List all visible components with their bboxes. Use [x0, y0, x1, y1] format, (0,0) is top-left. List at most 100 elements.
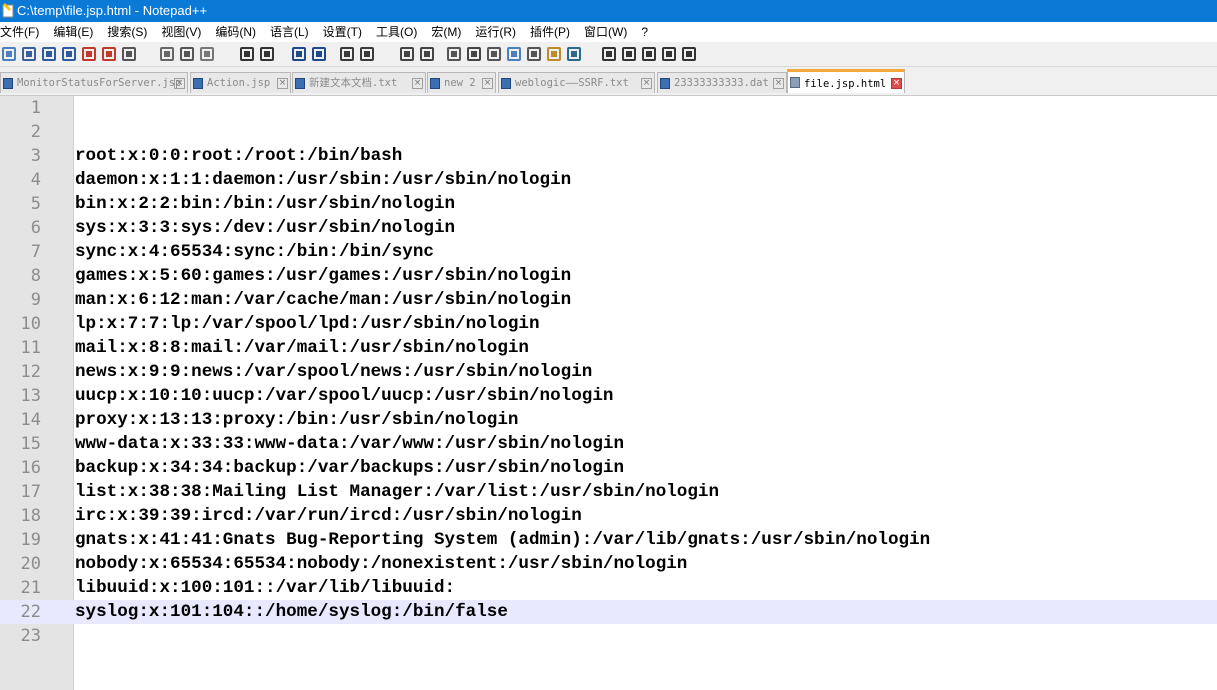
editor-line[interactable]: 20 nobody:x:65534:65534:nobody:/nonexiste… — [0, 552, 1217, 576]
editor-line[interactable]: 5 bin:x:2:2:bin:/bin:/usr/sbin/nologin — [0, 192, 1217, 216]
redo-icon[interactable] — [258, 45, 276, 63]
line-text: nobody:x:65534:65534:nobody:/nonexistent… — [75, 554, 688, 574]
zoom-out-icon[interactable] — [358, 45, 376, 63]
editor-area[interactable]: 1 2 3 root:x:0:0:root:/root:/bin/bash 4 daemo… — [0, 96, 1217, 690]
menu-item-11[interactable]: 窗口(W) — [584, 22, 627, 42]
editor-line[interactable]: 21 libuuid:x:100:101::/var/lib/libuuid: — [0, 576, 1217, 600]
zoom-in-icon[interactable] — [338, 45, 356, 63]
tab-label: 新建文本文档.txt — [309, 77, 398, 89]
line-number: 5 — [30, 194, 41, 214]
editor-line[interactable]: 1 — [0, 96, 1217, 120]
menu-item-5[interactable]: 语言(L) — [270, 22, 309, 42]
tab-close-icon[interactable]: × — [277, 78, 288, 89]
line-text: irc:x:39:39:ircd:/var/run/ircd:/usr/sbin… — [75, 506, 582, 526]
menu-item-4[interactable]: 编码(N) — [215, 22, 256, 42]
new-file-icon[interactable] — [0, 45, 18, 63]
line-number: 14 — [20, 410, 41, 430]
menu-item-3[interactable]: 视图(V) — [161, 22, 201, 42]
line-number: 8 — [30, 266, 41, 286]
playback-macro-icon[interactable] — [640, 45, 658, 63]
menu-item-6[interactable]: 设置(T) — [323, 22, 362, 42]
editor-line[interactable]: 15 www-data:x:33:33:www-data:/var/www:/us… — [0, 432, 1217, 456]
line-number: 15 — [20, 434, 41, 454]
indent-guide-icon[interactable] — [485, 45, 503, 63]
tab-0[interactable]: MonitorStatusForServer.jsp × — [0, 72, 188, 93]
editor-line[interactable]: 9 man:x:6:12:man:/var/cache/man:/usr/sbin… — [0, 288, 1217, 312]
tab-2[interactable]: 新建文本文档.txt × — [292, 72, 426, 93]
editor-line[interactable]: 18 irc:x:39:39:ircd:/var/run/ircd:/usr/sb… — [0, 504, 1217, 528]
editor-line[interactable]: 11 mail:x:8:8:mail:/var/mail:/usr/sbin/no… — [0, 336, 1217, 360]
menu-item-9[interactable]: 运行(R) — [475, 22, 516, 42]
tab-label: Action.jsp — [207, 77, 271, 89]
tab-close-icon[interactable]: × — [174, 78, 185, 89]
function-list-icon[interactable] — [525, 45, 543, 63]
run-macro-multiple-icon[interactable] — [660, 45, 678, 63]
find-icon[interactable] — [290, 45, 308, 63]
sync-horizontal-icon[interactable] — [418, 45, 436, 63]
line-text: root:x:0:0:root:/root:/bin/bash — [75, 146, 403, 166]
tab-close-icon[interactable]: × — [482, 78, 493, 89]
tab-close-icon[interactable]: × — [641, 78, 652, 89]
line-text: bin:x:2:2:bin:/bin:/usr/sbin/nologin — [75, 194, 456, 214]
menu-item-12[interactable]: ? — [641, 22, 648, 42]
editor-line[interactable]: 23 — [0, 624, 1217, 648]
line-text: daemon:x:1:1:daemon:/usr/sbin:/usr/sbin/… — [75, 170, 572, 190]
menu-item-2[interactable]: 搜索(S) — [107, 22, 147, 42]
document-map-icon[interactable] — [505, 45, 523, 63]
window-title: C:\temp\file.jsp.html - Notepad++ — [17, 3, 208, 18]
saved-file-icon — [295, 78, 305, 89]
editor-line[interactable]: 22 syslog:x:101:104::/home/syslog:/bin/fa… — [0, 600, 1217, 624]
saved-file-icon — [430, 78, 440, 89]
editor-line[interactable]: 7 sync:x:4:65534:sync:/bin:/bin/sync — [0, 240, 1217, 264]
tab-1[interactable]: Action.jsp × — [190, 72, 291, 93]
tab-label: new 2 — [444, 77, 476, 89]
undo-icon[interactable] — [238, 45, 256, 63]
open-file-icon[interactable] — [20, 45, 38, 63]
menu-item-10[interactable]: 插件(P) — [530, 22, 570, 42]
tab-close-icon[interactable]: × — [891, 78, 902, 89]
monitoring-icon[interactable] — [565, 45, 583, 63]
cut-icon[interactable] — [158, 45, 176, 63]
editor-line[interactable]: 2 — [0, 120, 1217, 144]
save-macro-icon[interactable] — [680, 45, 698, 63]
show-all-characters-icon[interactable] — [465, 45, 483, 63]
sync-vertical-icon[interactable] — [398, 45, 416, 63]
editor-line[interactable]: 16 backup:x:34:34:backup:/var/backups:/us… — [0, 456, 1217, 480]
tab-4[interactable]: weblogic——SSRF.txt × — [498, 72, 655, 93]
editor-line[interactable]: 4 daemon:x:1:1:daemon:/usr/sbin:/usr/sbin… — [0, 168, 1217, 192]
menu-item-7[interactable]: 工具(O) — [376, 22, 417, 42]
editor-line[interactable]: 3 root:x:0:0:root:/root:/bin/bash — [0, 144, 1217, 168]
tab-close-icon[interactable]: × — [412, 78, 423, 89]
close-icon[interactable] — [80, 45, 98, 63]
print-icon[interactable] — [120, 45, 138, 63]
line-number: 22 — [20, 602, 41, 622]
tab-close-icon[interactable]: × — [773, 78, 784, 89]
stop-recording-icon[interactable] — [620, 45, 638, 63]
editor-line[interactable]: 17 list:x:38:38:Mailing List Manager:/var… — [0, 480, 1217, 504]
copy-icon[interactable] — [178, 45, 196, 63]
tab-6[interactable]: file.jsp.html × — [787, 69, 905, 93]
save-all-icon[interactable] — [60, 45, 78, 63]
line-text: gnats:x:41:41:Gnats Bug-Reporting System… — [75, 530, 931, 550]
tab-3[interactable]: new 2 × — [427, 72, 496, 93]
menu-item-0[interactable]: 文件(F) — [0, 22, 39, 42]
folder-as-workspace-icon[interactable] — [545, 45, 563, 63]
editor-line[interactable]: 10 lp:x:7:7:lp:/var/spool/lpd:/usr/sbin/n… — [0, 312, 1217, 336]
tab-5[interactable]: 23333333333.dat × — [657, 72, 787, 93]
editor-line[interactable]: 13 uucp:x:10:10:uucp:/var/spool/uucp:/usr… — [0, 384, 1217, 408]
menu-item-1[interactable]: 编辑(E) — [53, 22, 93, 42]
replace-icon[interactable] — [310, 45, 328, 63]
record-macro-icon[interactable] — [600, 45, 618, 63]
save-icon[interactable] — [40, 45, 58, 63]
tab-label: weblogic——SSRF.txt — [515, 77, 629, 89]
editor-line[interactable]: 6 sys:x:3:3:sys:/dev:/usr/sbin/nologin — [0, 216, 1217, 240]
paste-icon[interactable] — [198, 45, 216, 63]
editor-line[interactable]: 8 games:x:5:60:games:/usr/games:/usr/sbin… — [0, 264, 1217, 288]
editor-line[interactable]: 12 news:x:9:9:news:/var/spool/news:/usr/s… — [0, 360, 1217, 384]
line-text: syslog:x:101:104::/home/syslog:/bin/fals… — [75, 602, 508, 622]
word-wrap-icon[interactable] — [445, 45, 463, 63]
menu-item-8[interactable]: 宏(M) — [431, 22, 461, 42]
editor-line[interactable]: 19 gnats:x:41:41:Gnats Bug-Reporting Syst… — [0, 528, 1217, 552]
editor-line[interactable]: 14 proxy:x:13:13:proxy:/bin:/usr/sbin/nol… — [0, 408, 1217, 432]
close-all-icon[interactable] — [100, 45, 118, 63]
